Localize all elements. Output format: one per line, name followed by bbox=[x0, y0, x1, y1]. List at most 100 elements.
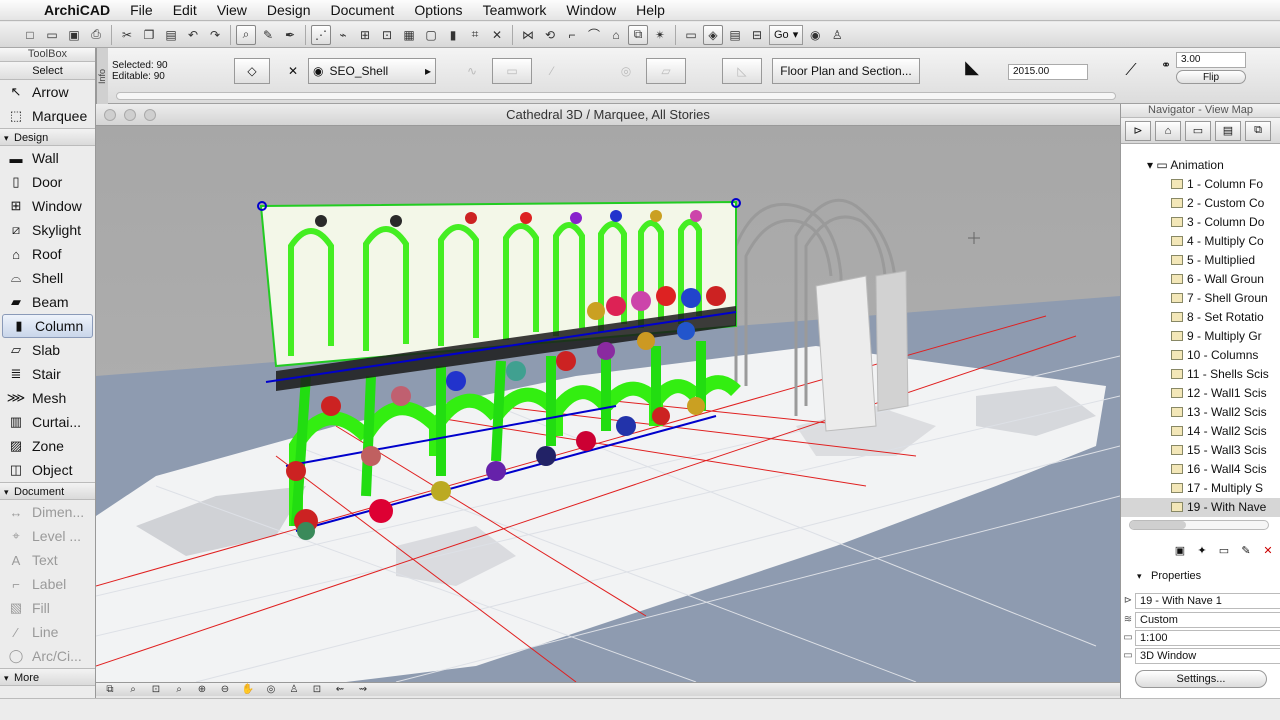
menu-app[interactable]: ArchiCAD bbox=[40, 0, 120, 21]
tree-item[interactable]: 3 - Column Do bbox=[1121, 213, 1280, 232]
menu-view[interactable]: View bbox=[207, 0, 257, 21]
infobox-scrollbar[interactable] bbox=[116, 92, 1116, 100]
tree-item[interactable]: 10 - Columns bbox=[1121, 346, 1280, 365]
tool-roof[interactable]: ⌂ Roof bbox=[0, 242, 95, 266]
design-section[interactable]: Design bbox=[0, 128, 95, 147]
snap-guides-icon[interactable]: ⋰ bbox=[311, 24, 331, 45]
organizer-tab-icon[interactable]: ⧉ bbox=[1245, 120, 1271, 141]
zoom-out-icon[interactable]: ⊖ bbox=[215, 684, 235, 696]
tool-beam[interactable]: ▰ Beam bbox=[0, 290, 95, 314]
tool-object[interactable]: ◫ Object bbox=[0, 458, 95, 482]
tree-item[interactable]: 8 - Set Rotatio bbox=[1121, 308, 1280, 327]
prop-name-field[interactable]: 19 - With Nave 1 bbox=[1135, 592, 1280, 609]
tool-mesh[interactable]: ⋙ Mesh bbox=[0, 386, 95, 410]
rotate-icon[interactable]: ⟲ bbox=[540, 25, 560, 45]
tree-item[interactable]: 15 - Wall3 Scis bbox=[1121, 441, 1280, 460]
zoom-in-icon[interactable]: ⊕ bbox=[192, 684, 212, 696]
tree-item[interactable]: 14 - Wall2 Scis bbox=[1121, 422, 1280, 441]
tool-level[interactable]: ⌖ Level ... bbox=[0, 524, 95, 548]
prop-custom-field[interactable]: Custom bbox=[1135, 611, 1280, 628]
shell-geometry-icon[interactable]: ◇ bbox=[234, 58, 270, 84]
new-file-icon[interactable]: □ bbox=[20, 25, 40, 45]
magic-wand-icon[interactable]: ⌁ bbox=[333, 25, 353, 45]
find-select-icon[interactable]: ⌕ bbox=[236, 24, 256, 45]
group-icon[interactable]: ▢ bbox=[421, 25, 441, 45]
save-icon[interactable]: ▣ bbox=[64, 25, 84, 45]
new-folder-icon[interactable]: ▭ bbox=[1215, 542, 1233, 560]
tree-folder-animation[interactable]: ▾ ▭ Animation bbox=[1121, 156, 1280, 175]
orbit-icon[interactable]: ◎ bbox=[261, 684, 281, 696]
transform-icon[interactable]: ✕ bbox=[280, 58, 306, 84]
new-view-icon[interactable]: ✦ bbox=[1193, 542, 1211, 560]
menu-options[interactable]: Options bbox=[404, 0, 472, 21]
navigator-hscrollbar[interactable] bbox=[1129, 520, 1269, 530]
delete-icon[interactable]: ✕ bbox=[1259, 542, 1277, 560]
delete-icon[interactable]: ✕ bbox=[487, 25, 507, 45]
project-map-tab-icon[interactable]: ⊳ bbox=[1125, 120, 1151, 141]
layer-selector[interactable]: ◉ SEO_Shell ▸ bbox=[308, 58, 436, 84]
settings-button[interactable]: Settings... bbox=[1135, 670, 1267, 688]
close-window-icon[interactable] bbox=[104, 109, 116, 121]
tool-door[interactable]: ▯ Door bbox=[0, 170, 95, 194]
tree-item[interactable]: 6 - Wall Groun bbox=[1121, 270, 1280, 289]
publisher-tab-icon[interactable]: ▤ bbox=[1215, 120, 1241, 141]
elevation-field[interactable]: 2015.00 bbox=[1008, 64, 1088, 80]
menu-window[interactable]: Window bbox=[556, 0, 626, 21]
tool-dimension[interactable]: ↔ Dimen... bbox=[0, 500, 95, 524]
tree-item[interactable]: 9 - Multiply Gr bbox=[1121, 327, 1280, 346]
3d-viewport[interactable] bbox=[96, 126, 1120, 682]
fit-window-icon[interactable]: ⊡ bbox=[307, 684, 327, 696]
layout-book-tab-icon[interactable]: ▭ bbox=[1185, 120, 1211, 141]
tool-window[interactable]: ⊞ Window bbox=[0, 194, 95, 218]
next-zoom-icon[interactable]: ⇝ bbox=[353, 684, 373, 696]
trim-icon[interactable]: ⌗ bbox=[465, 25, 485, 45]
go-dropdown[interactable]: Go ▾ bbox=[769, 24, 804, 45]
grid-snap-icon[interactable]: ⊞ bbox=[355, 25, 375, 45]
view-map-tab-icon[interactable]: ⌂ bbox=[1155, 120, 1181, 141]
lock-icon[interactable]: ▮ bbox=[443, 25, 463, 45]
tree-item[interactable]: 17 - Multiply S bbox=[1121, 479, 1280, 498]
inject-icon[interactable]: ✒ bbox=[280, 25, 300, 45]
tree-item[interactable]: 4 - Multiply Co bbox=[1121, 232, 1280, 251]
scale-icon[interactable]: ⊡ bbox=[146, 684, 166, 696]
tool-arc[interactable]: ◯ Arc/Ci... bbox=[0, 644, 95, 668]
fillet-icon[interactable]: ⌒ bbox=[584, 25, 604, 45]
more-section[interactable]: More bbox=[0, 668, 95, 687]
document-section[interactable]: Document bbox=[0, 482, 95, 501]
window-layout-icon[interactable]: ▭ bbox=[681, 25, 701, 45]
prop-window-field[interactable]: 3D Window bbox=[1135, 647, 1280, 664]
redo-icon[interactable]: ↷ bbox=[205, 25, 225, 45]
open-file-icon[interactable]: ▭ bbox=[42, 25, 62, 45]
3d-view-icon[interactable]: ◈ bbox=[703, 24, 723, 45]
mirror-icon[interactable]: ⋈ bbox=[518, 25, 538, 45]
pan-icon[interactable]: ✋ bbox=[238, 684, 258, 696]
menu-document[interactable]: Document bbox=[321, 0, 405, 21]
walk-icon[interactable]: ♙ bbox=[284, 684, 304, 696]
elevation-icon[interactable]: ⊟ bbox=[747, 25, 767, 45]
thickness-field[interactable]: 3.00 bbox=[1176, 52, 1246, 68]
previous-zoom-icon[interactable]: ⇜ bbox=[330, 684, 350, 696]
pick-up-icon[interactable]: ✎ bbox=[258, 25, 278, 45]
rename-icon[interactable]: ✎ bbox=[1237, 542, 1255, 560]
paste-icon[interactable]: ▤ bbox=[161, 25, 181, 45]
explode-icon[interactable]: ✴ bbox=[650, 25, 670, 45]
tool-slab[interactable]: ▱ Slab bbox=[0, 338, 95, 362]
print-icon[interactable]: ⎙ bbox=[86, 25, 106, 45]
offset-icon[interactable]: ⌐ bbox=[562, 25, 582, 45]
properties-header[interactable]: Properties bbox=[1121, 568, 1280, 584]
tool-marquee[interactable]: ⬚ Marquee bbox=[0, 104, 95, 128]
walk-icon[interactable]: ♙ bbox=[827, 25, 847, 45]
tool-zone[interactable]: ▨ Zone bbox=[0, 434, 95, 458]
gravity-icon[interactable]: ⊡ bbox=[377, 25, 397, 45]
tree-item-selected[interactable]: 19 - With Nave bbox=[1121, 498, 1280, 517]
copy-icon[interactable]: ❐ bbox=[139, 25, 159, 45]
menu-teamwork[interactable]: Teamwork bbox=[473, 0, 557, 21]
scroll-thumb[interactable] bbox=[1130, 521, 1186, 529]
zoom-fit-icon[interactable]: ⌕ bbox=[123, 684, 143, 696]
tool-text[interactable]: A Text bbox=[0, 548, 95, 572]
tool-column[interactable]: ▮ Column bbox=[2, 314, 93, 338]
tree-item[interactable]: 5 - Multiplied bbox=[1121, 251, 1280, 270]
tree-item[interactable]: 11 - Shells Scis bbox=[1121, 365, 1280, 384]
floor-plan-button[interactable]: Floor Plan and Section... bbox=[772, 58, 920, 84]
clone-folder-icon[interactable]: ▣ bbox=[1171, 542, 1189, 560]
